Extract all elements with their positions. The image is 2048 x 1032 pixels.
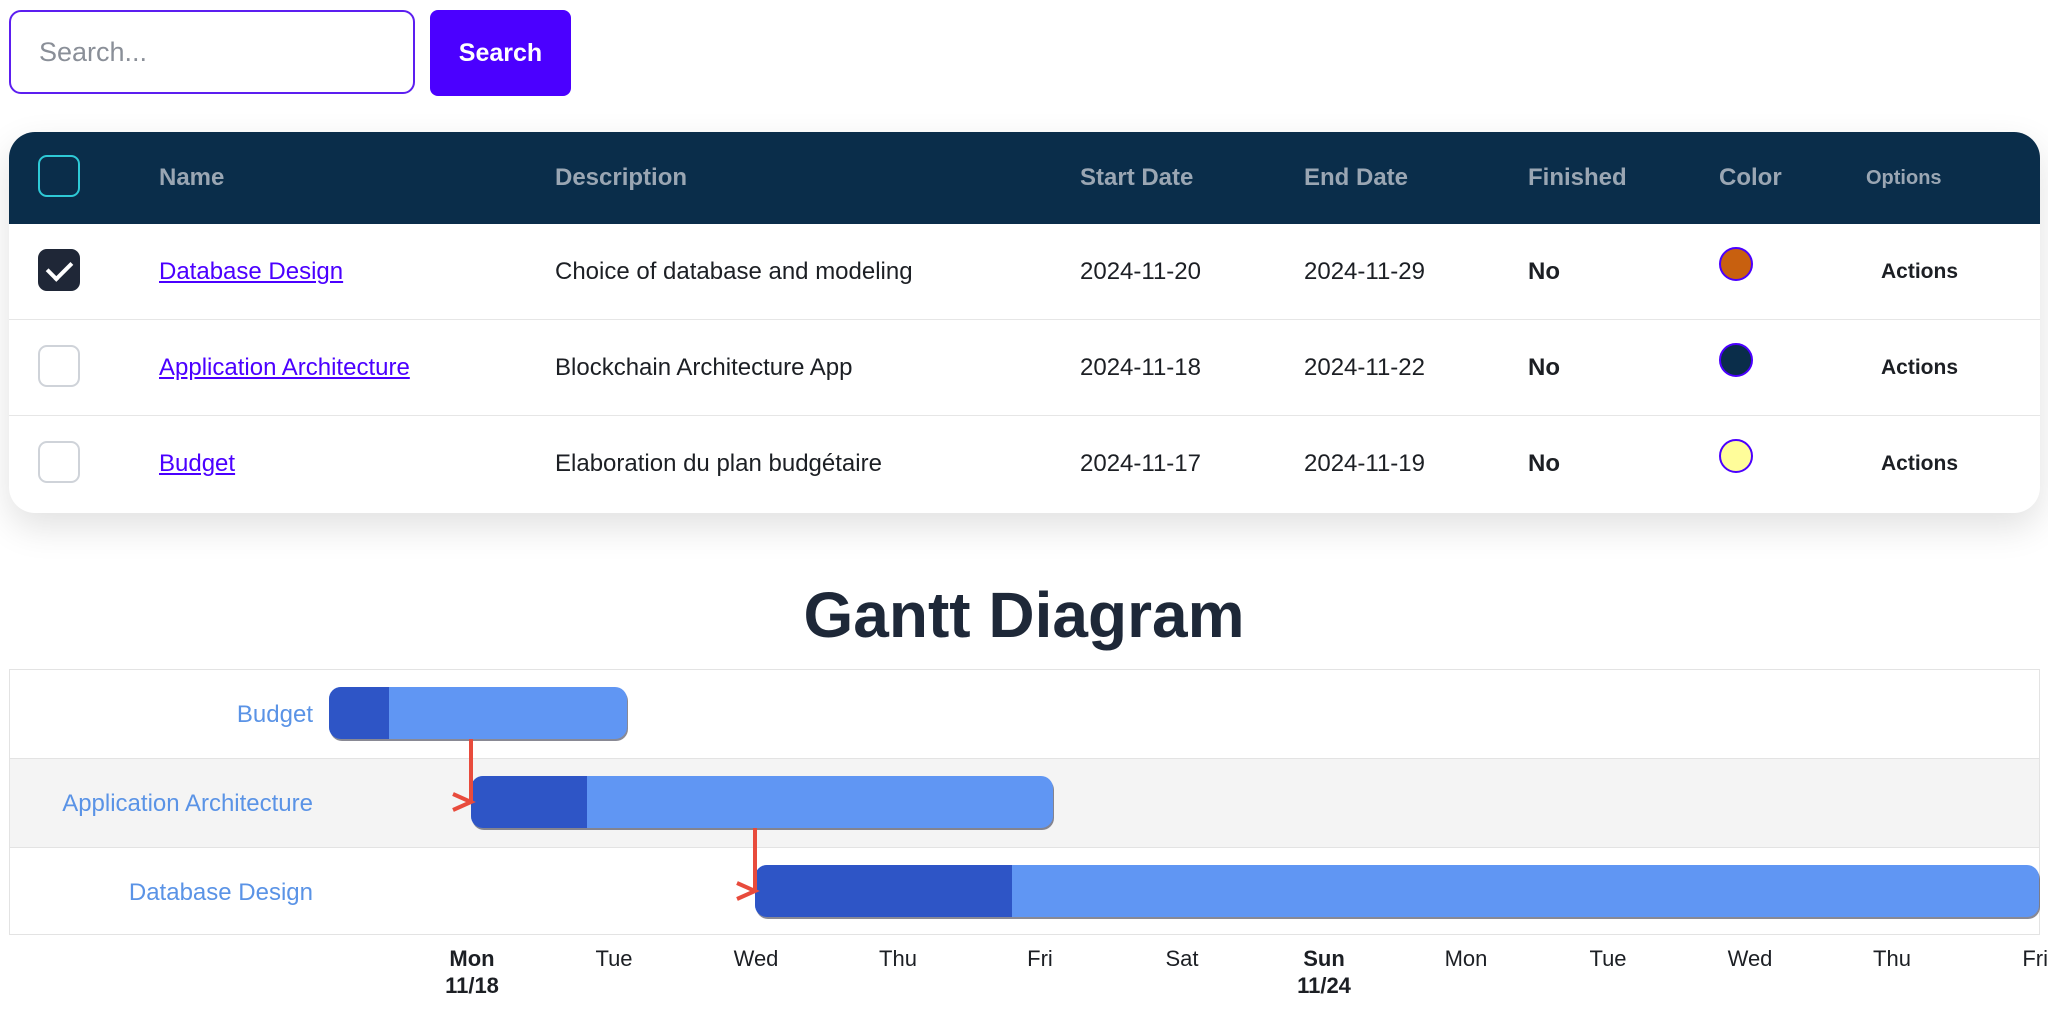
- task-end-date: 2024-11-19: [1304, 450, 1425, 477]
- task-end-date: 2024-11-29: [1304, 258, 1425, 285]
- task-name: Budget: [159, 416, 235, 512]
- gantt-axis-tick: Tue: [554, 945, 674, 972]
- task-description: Blockchain Architecture App: [555, 354, 853, 381]
- gantt-title: Gantt Diagram: [803, 579, 1245, 651]
- gantt-axis-tick: Tue: [1548, 945, 1668, 972]
- gantt-axis-tick: Mon 11/18: [412, 945, 532, 999]
- row-checkbox[interactable]: [38, 345, 80, 387]
- actions-button[interactable]: Actions: [1881, 320, 1958, 416]
- task-description: Choice of database and modeling: [555, 258, 913, 285]
- table-row: Budget Elaboration du plan budgétaire 20…: [9, 416, 2040, 512]
- search-button[interactable]: Search: [430, 10, 571, 96]
- gantt-axis-tick: Wed: [696, 945, 816, 972]
- header-end-date[interactable]: End Date: [1304, 132, 1408, 224]
- gantt-axis-day: Fri: [2022, 946, 2048, 971]
- gantt-axis-day: Fri: [1027, 946, 1053, 971]
- gantt-axis-tick: Wed: [1690, 945, 1810, 972]
- gantt-task-label: Database Design: [128, 879, 313, 906]
- tasks-table: Name Description Start Date End Date Fin…: [9, 132, 2040, 513]
- task-color-swatch: [1719, 343, 1753, 377]
- gantt-axis-day: Mon: [1444, 946, 1488, 971]
- task-start-date: 2024-11-18: [1080, 354, 1201, 381]
- table-row: Application Architecture Blockchain Arch…: [9, 320, 2040, 416]
- task-start-date: 2024-11-20: [1080, 258, 1201, 285]
- gantt-axis-tick: Fri: [980, 945, 1100, 972]
- task-name: Application Architecture: [159, 320, 410, 416]
- gantt-axis-tick: Sat: [1122, 945, 1242, 972]
- gantt-bar[interactable]: [755, 865, 2039, 917]
- gantt-axis-tick: Fri: [1928, 945, 2048, 972]
- task-finished: No: [1528, 258, 1560, 285]
- gantt-axis-tick: Mon: [1406, 945, 1526, 972]
- table-row: Database Design Choice of database and m…: [9, 224, 2040, 320]
- gantt-bar-progress: [329, 687, 389, 739]
- row-checkbox[interactable]: [38, 441, 80, 483]
- task-name-link[interactable]: Database Design: [159, 258, 343, 285]
- gantt-bar[interactable]: [329, 687, 627, 739]
- table-header: Name Description Start Date End Date Fin…: [9, 132, 2040, 224]
- gantt-chart: Budget Application Architecture Database…: [9, 669, 2040, 935]
- gantt-bar[interactable]: [471, 776, 1053, 828]
- header-options: Options: [1866, 167, 1942, 189]
- header-color[interactable]: Color: [1719, 132, 1782, 224]
- gantt-axis-tick: Sun 11/24: [1264, 945, 1384, 999]
- header-name[interactable]: Name: [159, 132, 224, 224]
- header-description[interactable]: Description: [555, 132, 687, 224]
- actions-button[interactable]: Actions: [1881, 416, 1958, 512]
- task-name-link[interactable]: Budget: [159, 450, 235, 477]
- gantt-bar-progress: [471, 776, 588, 828]
- gantt-row: Budget: [10, 670, 2039, 759]
- gantt-axis-date: 11/24: [1297, 973, 1351, 998]
- gantt-time-axis: Mon 11/18 Tue Wed Thu Fri Sat Sun 11/24 Mon Tue Wed…: [0, 945, 2048, 1015]
- gantt-axis-tick: Thu: [838, 945, 958, 972]
- gantt-axis-date: 11/18: [445, 973, 499, 998]
- header-finished[interactable]: Finished: [1528, 132, 1627, 224]
- actions-button[interactable]: Actions: [1881, 224, 1958, 320]
- gantt-axis-day: Tue: [1589, 946, 1627, 971]
- gantt-task-label: Application Architecture: [62, 790, 313, 817]
- task-start-date: 2024-11-17: [1080, 450, 1201, 477]
- header-start-date[interactable]: Start Date: [1080, 132, 1193, 224]
- task-name-link[interactable]: Application Architecture: [159, 354, 410, 381]
- gantt-axis-day: Wed: [733, 946, 779, 971]
- gantt-axis-day: Sat: [1165, 946, 1199, 971]
- task-finished: No: [1528, 450, 1560, 477]
- task-description: Elaboration du plan budgétaire: [555, 450, 882, 477]
- select-all-checkbox[interactable]: [38, 155, 80, 197]
- task-name: Database Design: [159, 224, 343, 320]
- task-color-swatch: [1719, 247, 1753, 281]
- gantt-axis-day: Tue: [595, 946, 633, 971]
- row-checkbox[interactable]: [38, 249, 80, 291]
- gantt-axis-day: Sun: [1303, 946, 1345, 971]
- table-body: Database Design Choice of database and m…: [9, 224, 2040, 512]
- gantt-task-label: Budget: [236, 701, 313, 728]
- search-input[interactable]: [9, 10, 415, 94]
- task-color-swatch: [1719, 439, 1753, 473]
- gantt-bar-progress: [755, 865, 1012, 917]
- gantt-axis-day: Thu: [879, 946, 917, 971]
- search-bar: Search: [9, 10, 571, 96]
- gantt-axis-day: Wed: [1727, 946, 1773, 971]
- task-end-date: 2024-11-22: [1304, 354, 1425, 381]
- task-finished: No: [1528, 354, 1560, 381]
- gantt-axis-day: Mon: [449, 946, 495, 971]
